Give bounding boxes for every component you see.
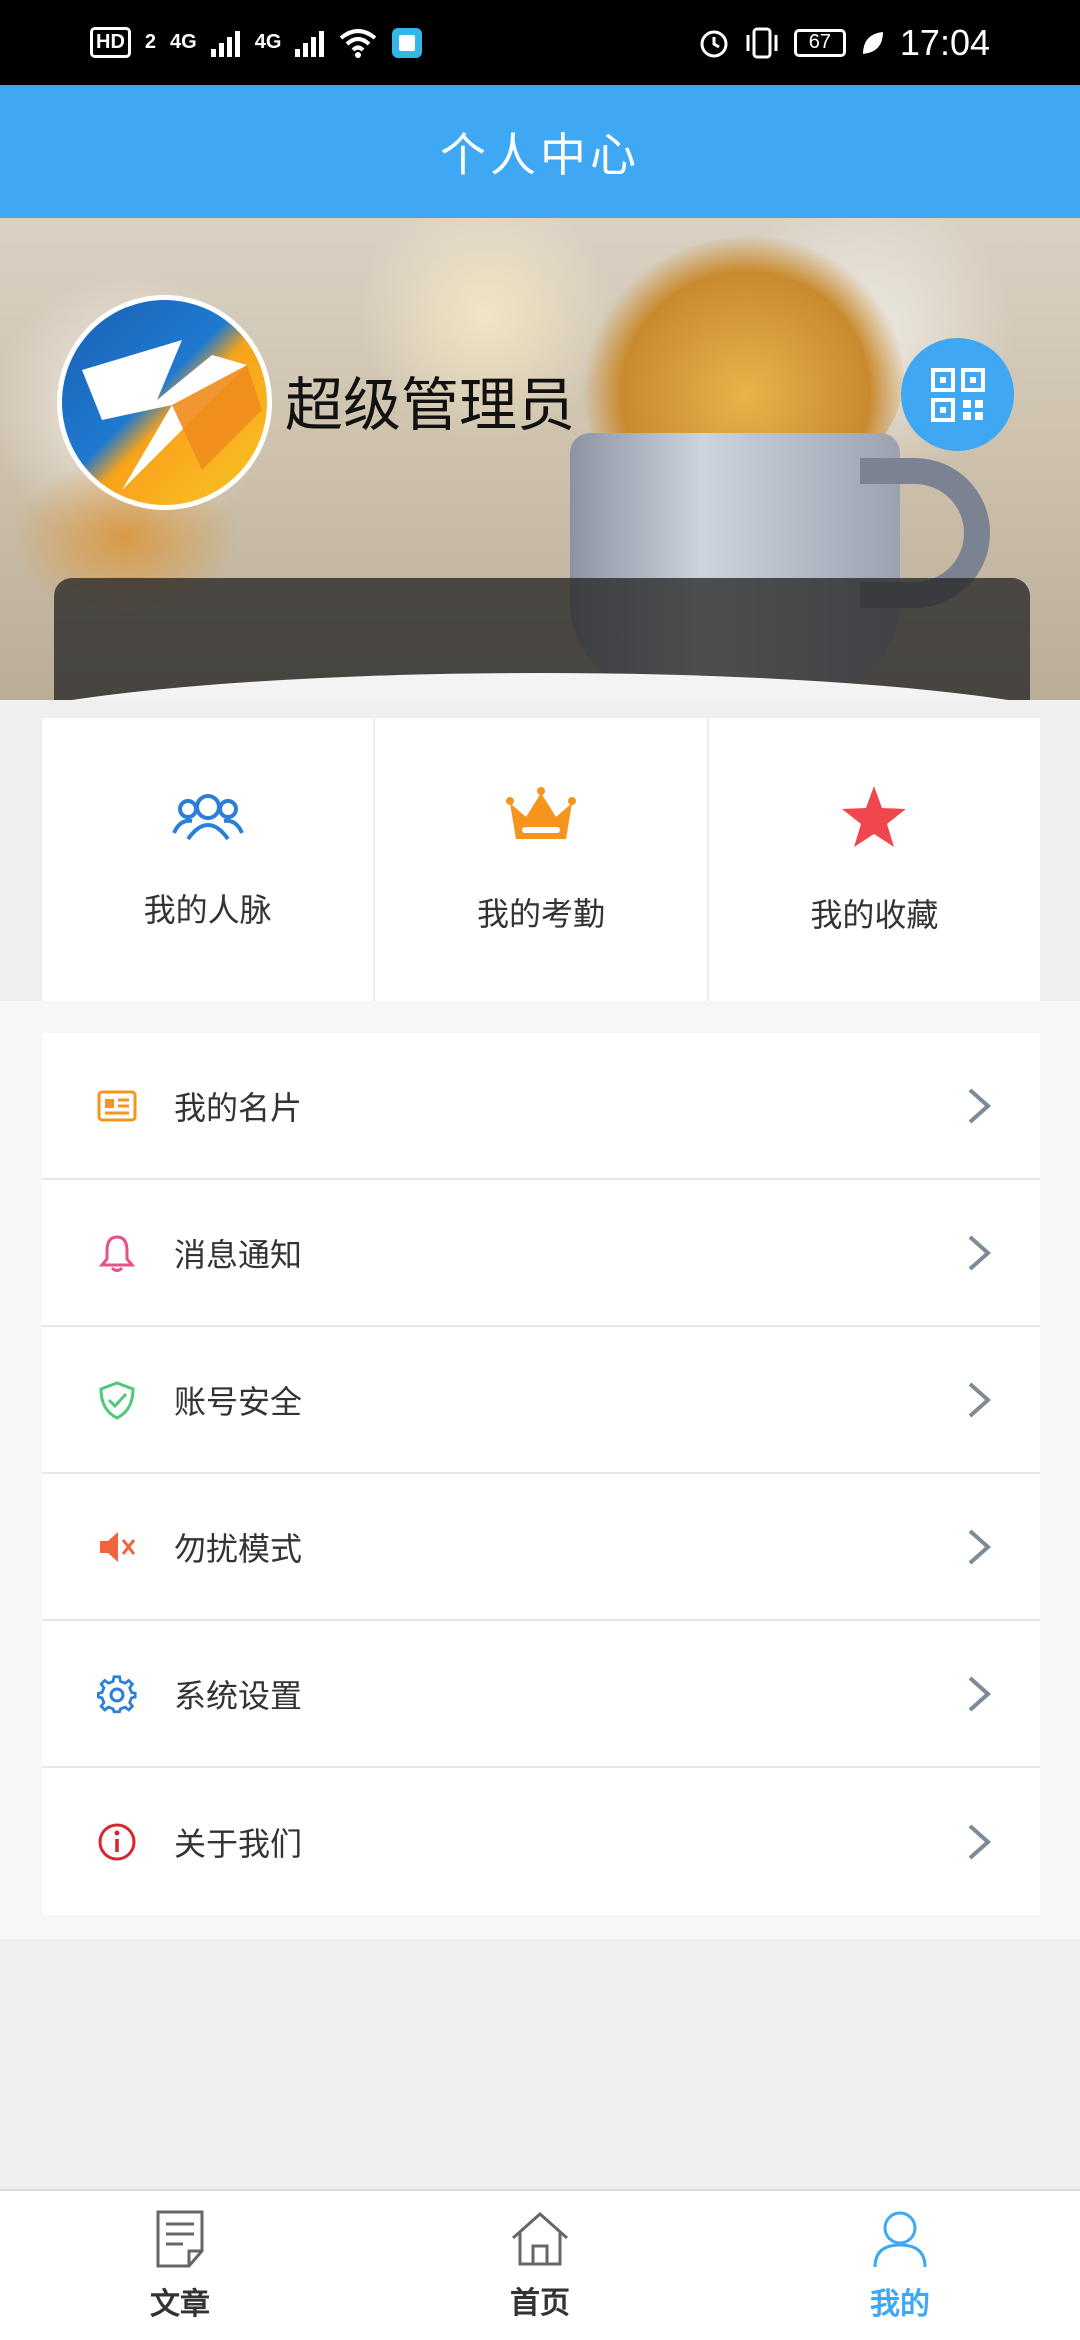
star-icon (842, 785, 907, 847)
company-logo-icon (62, 300, 267, 505)
app-notification-icon (392, 27, 423, 58)
contacts-icon (171, 793, 244, 840)
quick-link-label: 我的考勤 (476, 894, 605, 933)
nav-tab-home[interactable]: 首页 (360, 2191, 720, 2340)
nav-tab-articles[interactable]: 文章 (0, 2191, 360, 2340)
signal-icon (210, 30, 240, 57)
menu-section: 我的名片 消息通知 账号安全 勿扰模式 系统设置 关于我们 (0, 1001, 1080, 1939)
menu-item-label: 系统设置 (174, 1676, 303, 1715)
username: 超级管理员 (285, 371, 576, 439)
page-title: 个人中心 (440, 127, 640, 182)
status-right: 67 17:04 (698, 22, 990, 64)
chevron-right-icon (968, 1235, 992, 1270)
bell-icon (94, 1230, 140, 1276)
nav-label: 首页 (510, 2285, 570, 2321)
chevron-right-icon (968, 1529, 992, 1564)
shield-icon (94, 1377, 140, 1423)
quick-link-contacts[interactable]: 我的人脉 (42, 718, 376, 1001)
wifi-icon (340, 28, 377, 58)
chevron-right-icon (968, 1824, 992, 1859)
status-left: HD 2 4G 4G (90, 27, 423, 59)
gear-icon (94, 1671, 140, 1717)
chevron-right-icon (968, 1088, 992, 1123)
app-header: 个人中心 (0, 85, 1080, 218)
menu-item-business-card[interactable]: 我的名片 (42, 1033, 1040, 1180)
nav-label: 文章 (150, 2286, 210, 2322)
user-icon (873, 2211, 927, 2267)
battery-indicator: 67 (793, 28, 846, 57)
profile-banner: 超级管理员 (0, 218, 1080, 700)
quick-link-attendance[interactable]: 我的考勤 (375, 718, 709, 1001)
crown-icon (505, 786, 576, 839)
hd-indicator: HD (90, 27, 131, 58)
vibrate-icon (746, 27, 778, 58)
menu-item-account-security[interactable]: 账号安全 (42, 1327, 1040, 1474)
menu-item-label: 我的名片 (174, 1088, 303, 1127)
clock: 17:04 (899, 21, 990, 63)
mute-icon (94, 1524, 140, 1570)
avatar[interactable] (57, 295, 272, 510)
article-icon (156, 2210, 204, 2267)
menu-item-label: 关于我们 (174, 1824, 303, 1863)
chevron-right-icon (968, 1676, 992, 1711)
alarm-icon (700, 30, 728, 57)
leaf-icon (862, 31, 883, 54)
bottom-nav: 文章 首页 我的 (0, 2189, 1080, 2340)
menu-item-label: 账号安全 (174, 1382, 303, 1421)
qr-code-button[interactable] (901, 338, 1014, 451)
menu-item-notifications[interactable]: 消息通知 (42, 1180, 1040, 1327)
quick-link-favorites[interactable]: 我的收藏 (709, 718, 1040, 1001)
status-bar: HD 2 4G 4G 67 17:04 (0, 0, 1080, 85)
menu-item-system-settings[interactable]: 系统设置 (42, 1621, 1040, 1768)
menu-item-label: 消息通知 (174, 1235, 303, 1274)
hd-sub-indicator: 2 (144, 31, 157, 53)
network-type-2: 4G (254, 31, 282, 53)
menu-list: 我的名片 消息通知 账号安全 勿扰模式 系统设置 关于我们 (42, 1033, 1040, 1915)
nav-label: 我的 (870, 2286, 930, 2322)
signal-icon (295, 30, 325, 57)
menu-item-about-us[interactable]: 关于我们 (42, 1768, 1040, 1915)
menu-item-label: 勿扰模式 (174, 1529, 303, 1568)
network-type-1: 4G (170, 31, 197, 53)
qr-code-icon (930, 367, 985, 422)
quick-link-label: 我的收藏 (810, 895, 939, 934)
card-icon (94, 1083, 140, 1129)
quick-links: 我的人脉 我的考勤 我的收藏 (42, 718, 1040, 1001)
info-icon (94, 1819, 140, 1865)
quick-link-label: 我的人脉 (143, 890, 272, 929)
menu-item-do-not-disturb[interactable]: 勿扰模式 (42, 1474, 1040, 1621)
nav-tab-me[interactable]: 我的 (720, 2191, 1080, 2340)
chevron-right-icon (968, 1382, 992, 1417)
home-icon (512, 2211, 568, 2265)
